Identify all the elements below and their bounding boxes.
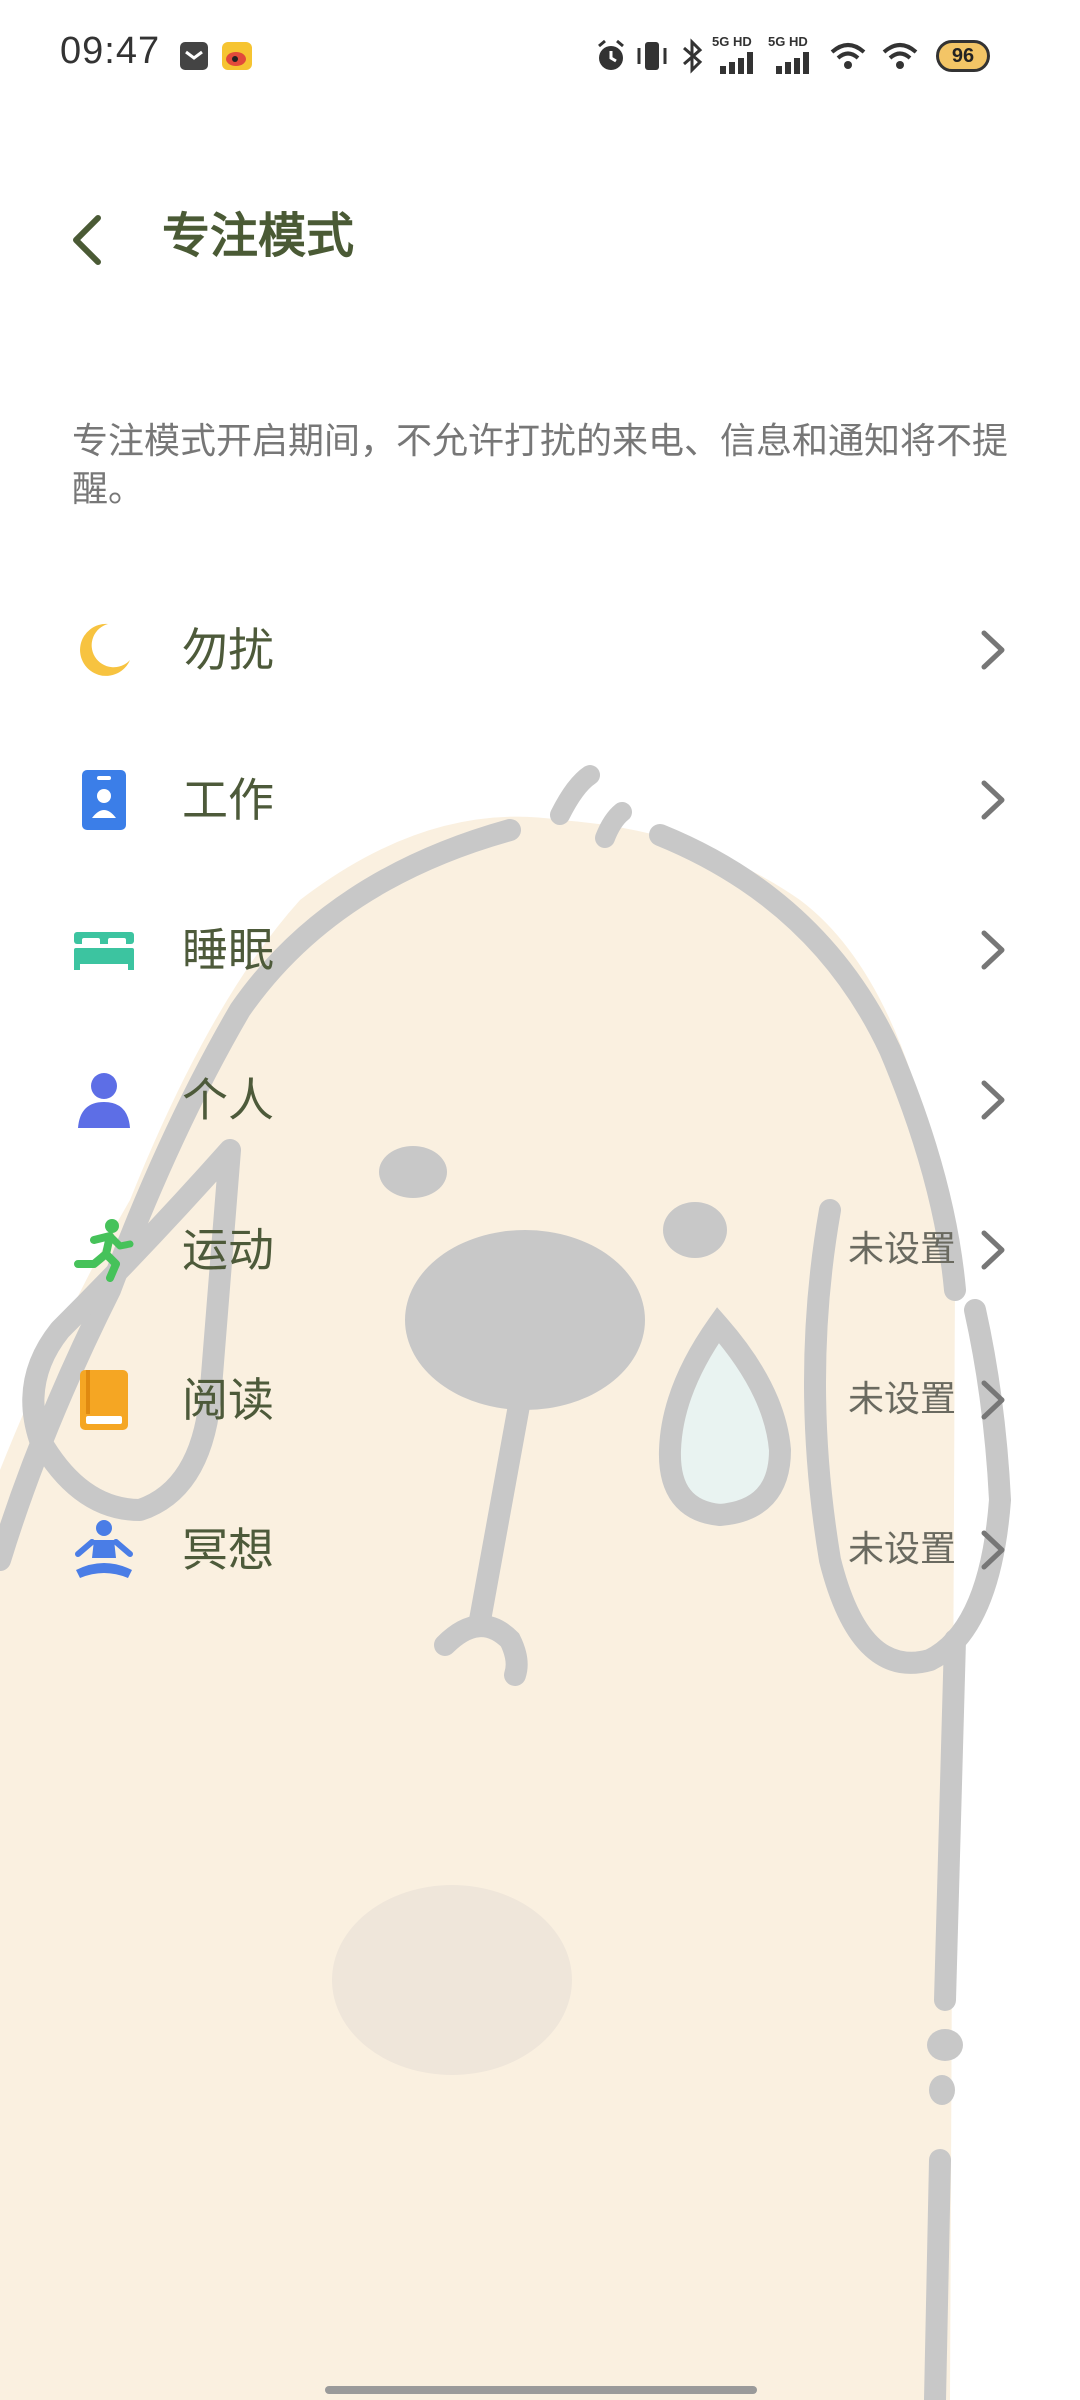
- badge-icon: [82, 770, 126, 830]
- focus-mode-list: 勿扰 工作 睡眠 个人 运动 未设置 阅读 未设置 冥想 未设置: [0, 575, 1080, 1625]
- moon-icon: [80, 623, 130, 676]
- chevron-right-icon: [981, 1080, 1005, 1120]
- signal-bars-icon: [720, 52, 753, 74]
- bed-icon: [74, 932, 134, 970]
- weibo-icon: [222, 42, 252, 70]
- mode-item-reading[interactable]: 阅读 未设置: [0, 1325, 1080, 1475]
- chevron-right-icon: [981, 780, 1005, 820]
- mode-item-do-not-disturb[interactable]: 勿扰: [0, 575, 1080, 725]
- mode-item-meditation[interactable]: 冥想 未设置: [0, 1475, 1080, 1625]
- status-time: 09:47: [60, 30, 161, 72]
- chevron-right-icon: [981, 1230, 1005, 1270]
- chevron-right-icon: [981, 930, 1005, 970]
- header: 专注模式: [0, 170, 1080, 300]
- back-arrow-icon: [73, 215, 101, 265]
- bluetooth-icon: [683, 38, 703, 74]
- battery-icon: 96: [936, 40, 990, 72]
- mode-label: 个人: [182, 1073, 274, 1127]
- chevron-right-icon: [981, 1380, 1005, 1420]
- chevron-right-icon: [981, 1530, 1005, 1570]
- status-bar: 09:47 5G HD 5G HD 96: [0, 0, 1080, 115]
- signal-5g-hd-icon: 5G HD: [768, 34, 816, 78]
- vibrate-icon: [637, 42, 667, 70]
- mode-item-personal[interactable]: 个人: [0, 1025, 1080, 1175]
- mode-label: 冥想: [182, 1523, 274, 1577]
- page-title: 专注模式: [162, 208, 355, 264]
- mode-label: 工作: [182, 773, 274, 827]
- alarm-icon: [598, 39, 624, 70]
- mode-item-exercise[interactable]: 运动 未设置: [0, 1175, 1080, 1325]
- battery-level: 96: [951, 45, 975, 67]
- mode-item-sleep[interactable]: 睡眠: [0, 875, 1080, 1025]
- signal-bars-icon: [776, 52, 809, 74]
- meditation-icon: [75, 1520, 133, 1578]
- chevron-right-icon: [981, 630, 1005, 670]
- mode-status: 未设置: [847, 1529, 956, 1570]
- mode-label: 运动: [182, 1223, 274, 1277]
- wifi-icon: [882, 43, 918, 69]
- mode-label: 睡眠: [182, 923, 274, 977]
- mode-label: 勿扰: [182, 623, 274, 677]
- signal-5g-hd-icon: 5G HD: [712, 34, 760, 78]
- mode-label: 阅读: [182, 1373, 274, 1427]
- person-icon: [78, 1073, 130, 1128]
- mode-status: 未设置: [847, 1229, 956, 1270]
- description-text: 专注模式开启期间，不允许打扰的来电、信息和通知将不提醒。: [72, 421, 1009, 510]
- mode-item-work[interactable]: 工作: [0, 725, 1080, 875]
- home-indicator[interactable]: [325, 2386, 757, 2394]
- book-icon: [80, 1370, 128, 1430]
- running-icon: [74, 1219, 134, 1282]
- back-button[interactable]: [52, 204, 124, 276]
- mode-status: 未设置: [847, 1379, 956, 1420]
- wifi-icon: [830, 43, 866, 69]
- message-icon: [180, 42, 208, 70]
